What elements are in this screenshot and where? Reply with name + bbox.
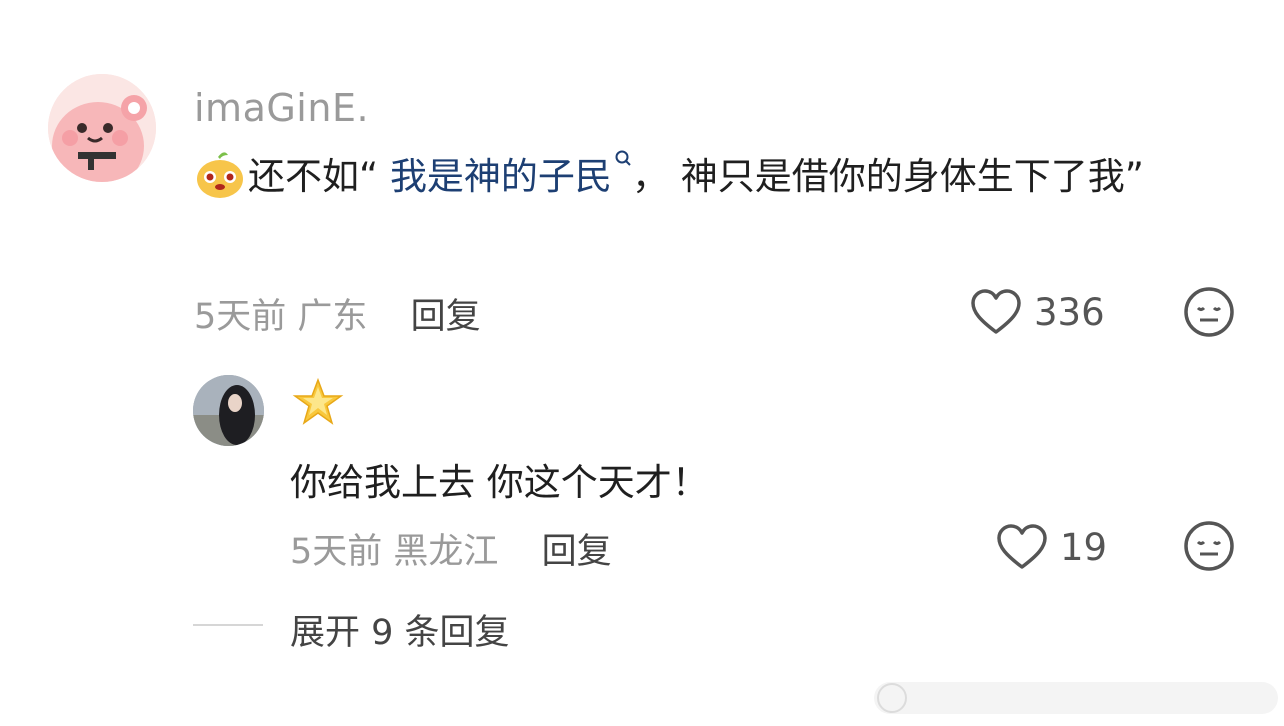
comment-time: 5天前 [194, 297, 287, 337]
reply-meta: 5天前 黑龙江 回复 [290, 523, 612, 574]
like-count: 336 [1034, 290, 1105, 334]
search-icon[interactable] [614, 149, 632, 171]
heart-icon [971, 289, 1021, 334]
reply-avatar[interactable] [193, 375, 264, 446]
reply-button[interactable]: 回复 [411, 297, 481, 337]
reply-text: 你给我上去 你这个天才！ [290, 461, 709, 504]
emoji-reaction-icon[interactable] [1183, 520, 1235, 572]
reply-location: 黑龙江 [393, 532, 499, 572]
expand-replies-button[interactable]: 展开 9 条回复 [290, 604, 510, 655]
like-button[interactable]: 336 [970, 288, 1105, 336]
avatar[interactable] [48, 74, 156, 182]
username[interactable]: imaGinE. [194, 86, 369, 130]
like-button[interactable]: 19 [996, 523, 1107, 571]
orange-face-emoji-icon [197, 152, 243, 198]
emoji-reaction-icon[interactable] [1183, 286, 1235, 338]
portrait-avatar-icon [193, 375, 264, 446]
comment-text-prefix: 还不如“ [248, 155, 390, 198]
comment-text-suffix: ， 神只是借你的身体生下了我” [631, 155, 1144, 198]
divider [193, 624, 263, 626]
reply-time: 5天前 [290, 532, 383, 572]
heart-icon [997, 524, 1047, 569]
comment-meta: 5天前 广东 回复 [194, 288, 481, 339]
reply-button[interactable]: 回复 [542, 532, 612, 572]
star-emoji-icon [292, 377, 344, 425]
search-link[interactable]: 我是神的子民 [390, 155, 612, 198]
like-count: 19 [1060, 525, 1108, 569]
comment-location: 广东 [297, 297, 368, 337]
pink-blob-avatar-icon [48, 74, 156, 182]
watermark-logo [874, 682, 1278, 714]
comment-text: 还不如“ 我是神的子民 ， 神只是借你的身体生下了我” [194, 148, 1224, 205]
